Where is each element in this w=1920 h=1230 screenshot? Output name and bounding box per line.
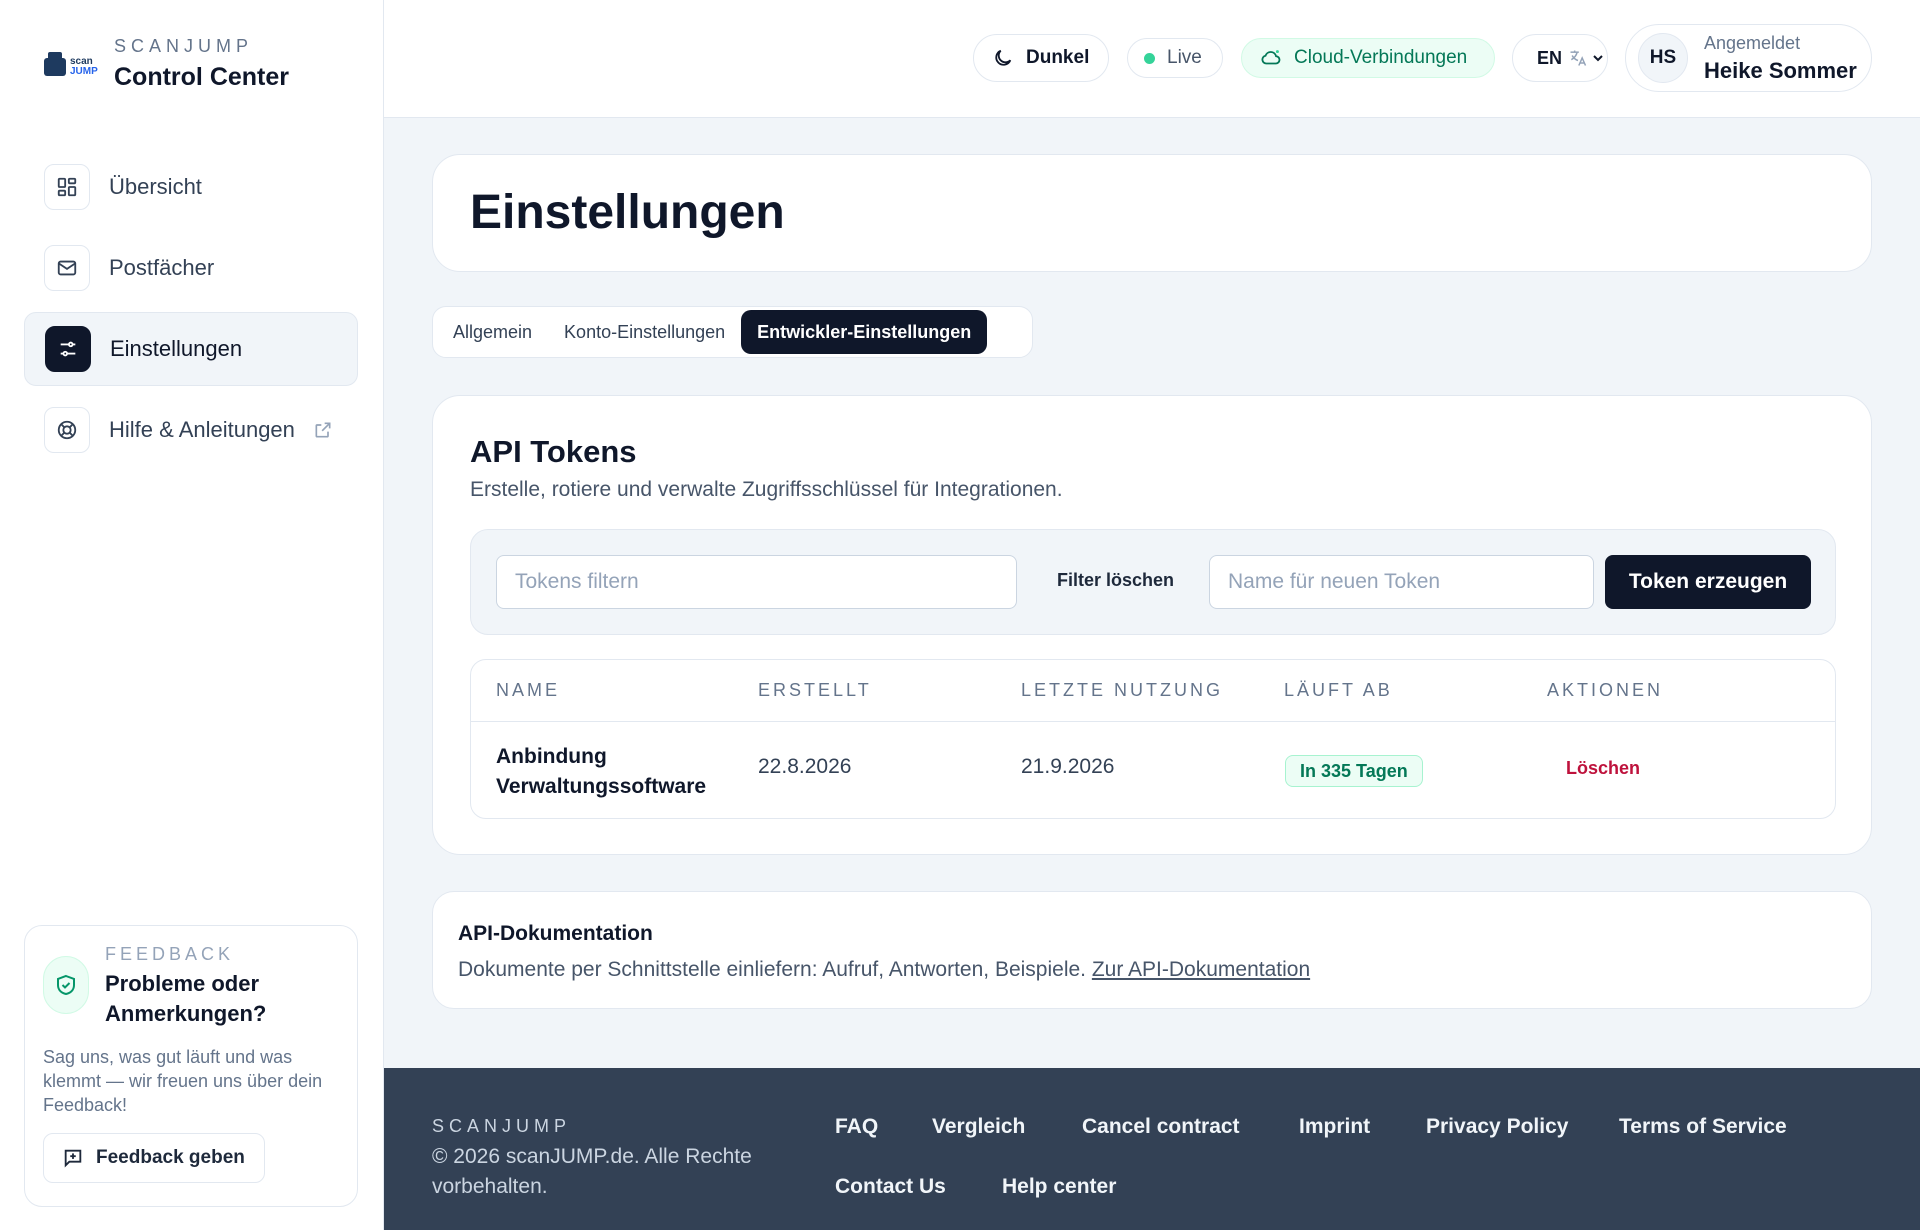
api-tokens-title: API Tokens (470, 434, 637, 469)
column-header-last-used: LETZTE NUTZUNG (1021, 680, 1223, 700)
column-header-created: ERSTELLT (758, 680, 872, 700)
tab-konto-einstellungen[interactable]: Konto-Einstellungen (548, 310, 741, 354)
top-header: Dunkel Live Cloud-Verbindungen EN HS Ang… (384, 0, 1920, 118)
brand-kicker: SCANJUMP (114, 36, 254, 56)
sidebar-item-hilfe[interactable]: Hilfe & Anleitungen (24, 393, 358, 467)
footer: SCANJUMP © 2026 scanJUMP.de. Alle Rechte… (384, 1068, 1920, 1230)
page-title: Einstellungen (470, 186, 785, 239)
footer-link-vergleich[interactable]: Vergleich (932, 1115, 1025, 1139)
feedback-kicker: FEEDBACK (105, 944, 235, 964)
sliders-icon (45, 326, 91, 372)
shield-check-icon (43, 956, 89, 1014)
settings-tabs: Allgemein Konto-Einstellungen Entwickler… (432, 306, 1033, 358)
table-header: NAME ERSTELLT LETZTE NUTZUNG LÄUFT AB AK… (471, 660, 1835, 722)
logo-text-bottom: JUMP (70, 66, 98, 77)
theme-toggle-label: Dunkel (1026, 47, 1090, 68)
brand-name: Control Center (114, 63, 289, 91)
footer-link-imprint[interactable]: Imprint (1299, 1115, 1370, 1139)
lifebuoy-icon (44, 407, 90, 453)
cloud-icon (1260, 47, 1282, 69)
brand-logo: scan JUMP (40, 44, 104, 84)
column-header-expires: LÄUFT AB (1284, 680, 1393, 700)
cloud-connections-label: Cloud-Verbindungen (1294, 47, 1468, 68)
api-tokens-card: API Tokens Erstelle, rotiere und verwalt… (432, 395, 1872, 855)
sidebar-item-postfaecher[interactable]: Postfächer (24, 231, 358, 305)
token-created: 22.8.2026 (758, 755, 852, 778)
theme-toggle-button[interactable]: Dunkel (973, 34, 1109, 82)
expiry-badge: In 335 Tagen (1285, 755, 1423, 787)
message-plus-icon (62, 1147, 84, 1169)
table-row: Anbindung Verwaltungssoftware 22.8.2026 … (471, 722, 1835, 818)
cloud-connections-button[interactable]: Cloud-Verbindungen (1241, 38, 1495, 78)
api-docs-text: Dokumente per Schnittstelle einliefern: … (458, 958, 1087, 981)
token-name: Anbindung Verwaltungssoftware (496, 745, 707, 798)
sidebar: scan JUMP SCANJUMP Control Center Übersi… (0, 0, 384, 1230)
feedback-button[interactable]: Feedback geben (43, 1133, 265, 1183)
footer-link-cancel-contract[interactable]: Cancel contract (1082, 1115, 1240, 1139)
dashboard-icon (44, 164, 90, 210)
api-docs-text-wrap: Dokumente per Schnittstelle einliefern: … (458, 958, 1310, 982)
avatar: HS (1638, 33, 1688, 83)
tab-allgemein[interactable]: Allgemein (437, 310, 548, 354)
api-docs-card: API-Dokumentation Dokumente per Schnitts… (432, 891, 1872, 1009)
api-docs-link[interactable]: Zur API-Dokumentation (1092, 958, 1310, 981)
footer-link-contact-us[interactable]: Contact Us (835, 1175, 946, 1199)
footer-link-help-center[interactable]: Help center (1002, 1175, 1116, 1199)
tokens-table: NAME ERSTELLT LETZTE NUTZUNG LÄUFT AB AK… (470, 659, 1836, 819)
external-link-icon (313, 420, 333, 440)
sidebar-item-label: Einstellungen (110, 336, 243, 361)
feedback-card: FEEDBACK Probleme oder Anmerkungen? Sag … (24, 925, 358, 1207)
feedback-title: Probleme oder Anmerkungen? (105, 971, 267, 1026)
live-status-badge: Live (1127, 38, 1223, 78)
create-token-button[interactable]: Token erzeugen (1605, 555, 1811, 609)
user-name: Heike Sommer (1704, 57, 1857, 83)
token-toolbar: Filter löschen Token erzeugen (470, 529, 1836, 635)
column-header-name: NAME (496, 680, 561, 700)
moon-icon (992, 47, 1014, 69)
brand[interactable]: scan JUMP SCANJUMP Control Center (40, 36, 289, 92)
sidebar-nav: Übersicht Postfächer Einstellungen Hilfe… (24, 150, 358, 474)
delete-token-button[interactable]: Löschen (1566, 758, 1640, 779)
new-token-name-input[interactable] (1209, 555, 1594, 609)
sidebar-item-label: Übersicht (109, 174, 202, 199)
sidebar-item-uebersicht[interactable]: Übersicht (24, 150, 358, 224)
api-tokens-subtitle: Erstelle, rotiere und verwalte Zugriffss… (470, 478, 1063, 501)
language-select[interactable]: EN (1512, 34, 1608, 82)
footer-link-privacy-policy[interactable]: Privacy Policy (1426, 1115, 1568, 1139)
tab-entwickler-einstellungen[interactable]: Entwickler-Einstellungen (741, 310, 988, 354)
feedback-description: Sag uns, was gut läuft und was klemmt — … (43, 1047, 323, 1115)
footer-link-terms-of-service[interactable]: Terms of Service (1619, 1115, 1787, 1139)
footer-copyright: © 2026 scanJUMP.de. Alle Rechte vorbehal… (432, 1145, 752, 1198)
footer-kicker: SCANJUMP (432, 1116, 572, 1136)
language-value: EN (1537, 47, 1563, 68)
feedback-button-label: Feedback geben (96, 1147, 245, 1168)
mail-icon (44, 245, 90, 291)
token-filter-input[interactable] (496, 555, 1017, 609)
status-dot-icon (1144, 52, 1155, 64)
user-status-label: Angemeldet (1704, 32, 1801, 53)
page-title-card: Einstellungen (432, 154, 1872, 272)
user-menu[interactable]: HS Angemeldet Heike Sommer (1625, 24, 1872, 92)
api-docs-title: API-Dokumentation (458, 922, 653, 945)
sidebar-item-label: Postfächer (109, 255, 215, 280)
translate-icon (1568, 48, 1588, 68)
chevron-down-icon (1590, 50, 1606, 66)
live-status-label: Live (1167, 47, 1202, 68)
token-last-used: 21.9.2026 (1021, 755, 1115, 778)
sidebar-item-einstellungen[interactable]: Einstellungen (24, 312, 358, 386)
clear-filter-button[interactable]: Filter löschen (1057, 570, 1174, 591)
sidebar-item-label: Hilfe & Anleitungen (109, 417, 295, 442)
column-header-actions: AKTIONEN (1547, 680, 1664, 700)
footer-link-faq[interactable]: FAQ (835, 1115, 878, 1139)
